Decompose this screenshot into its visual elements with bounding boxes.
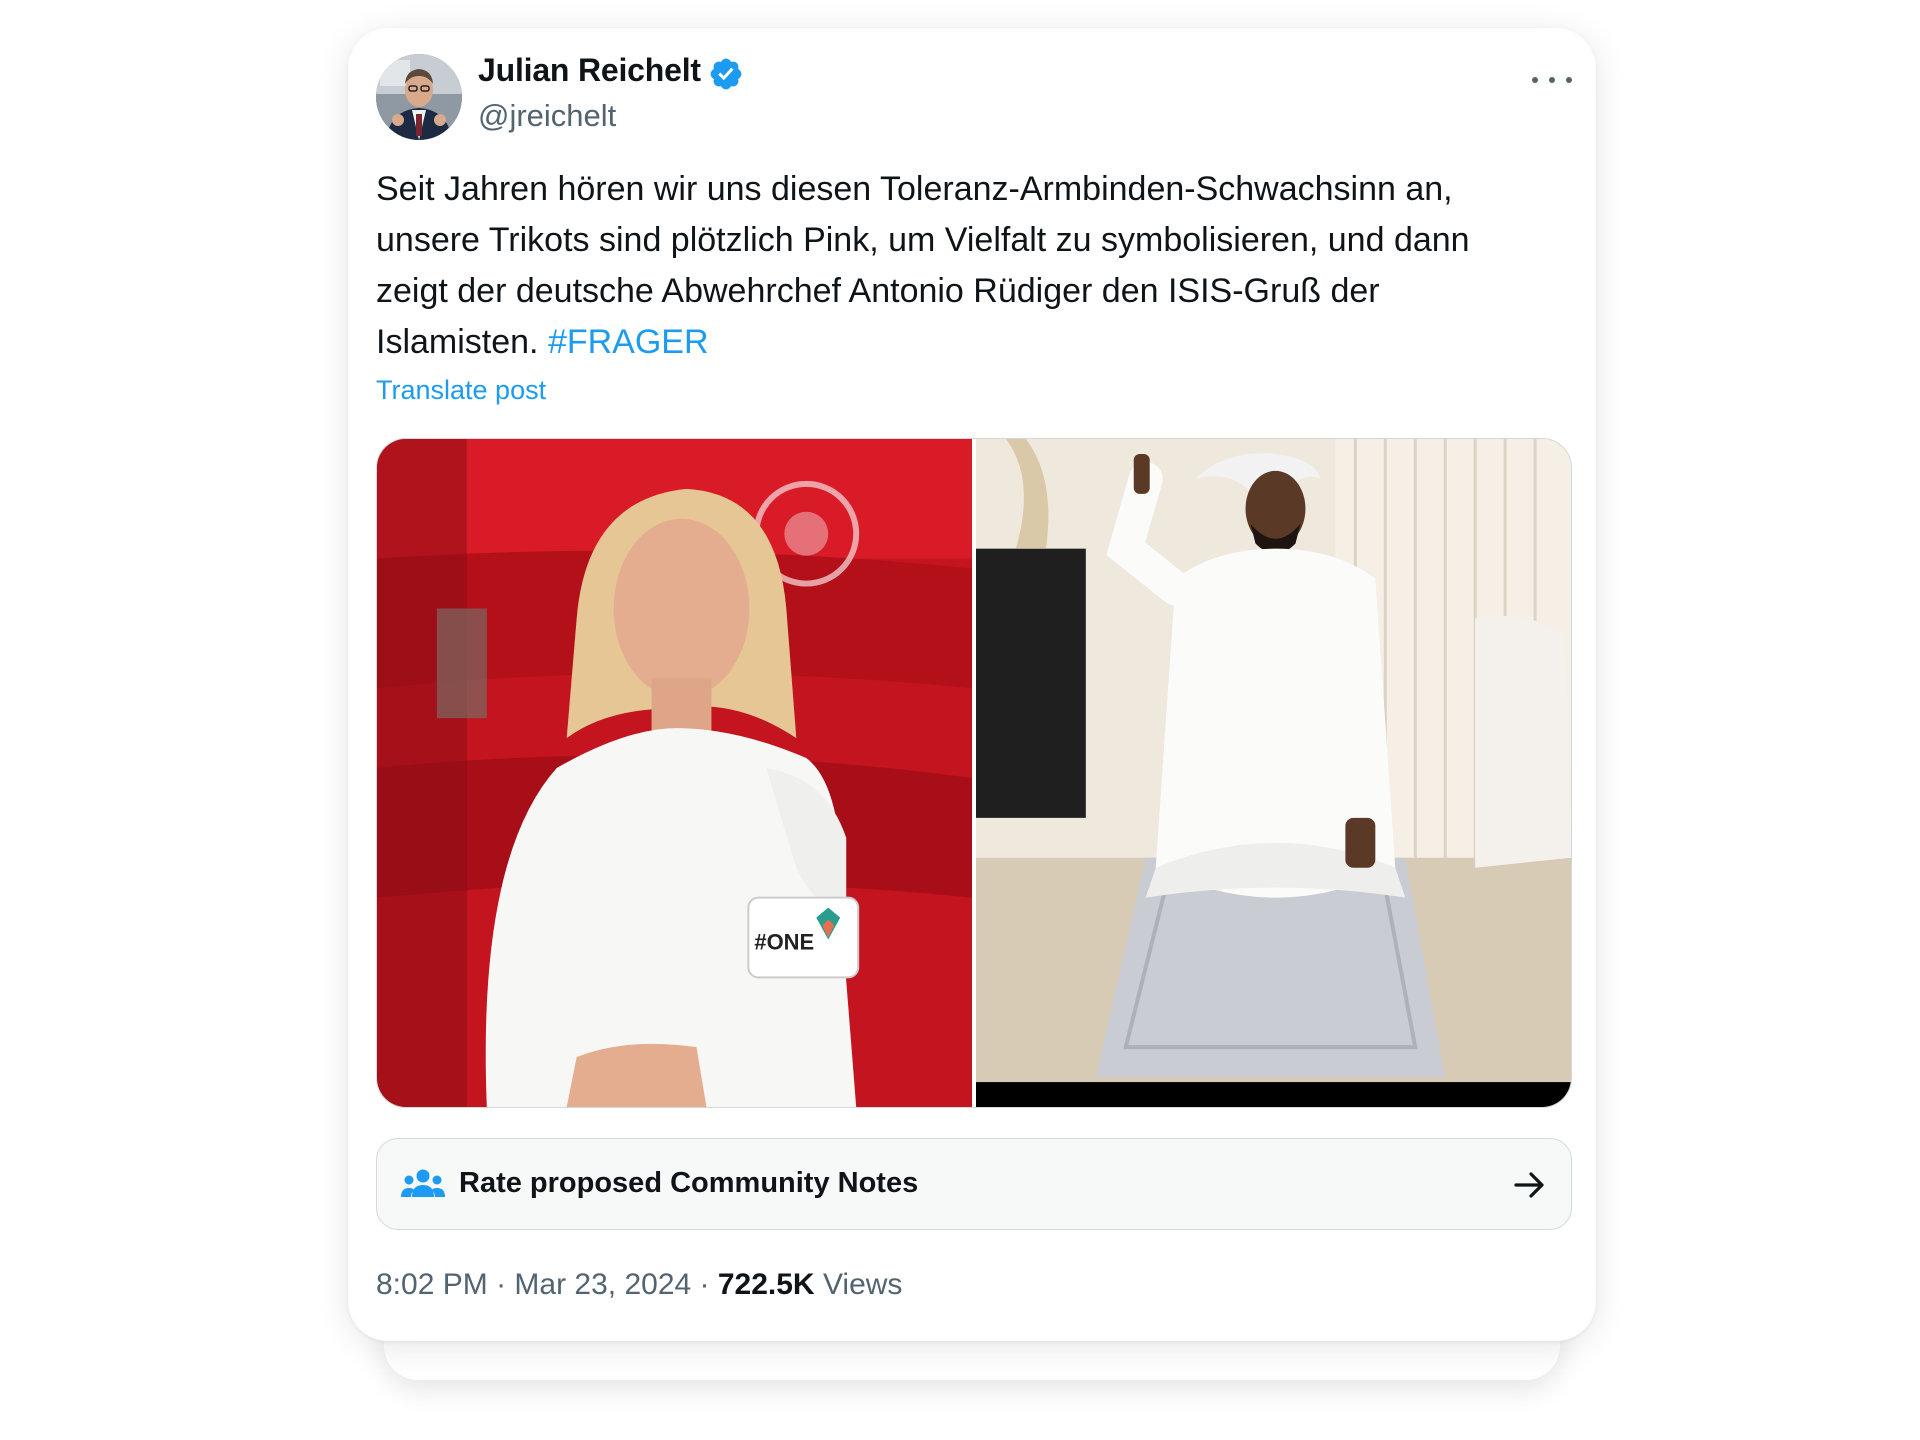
post-text: Seit Jahren hören wir uns diesen Toleran…	[376, 164, 1576, 368]
author-display-name[interactable]: Julian Reichelt	[478, 52, 701, 89]
rate-community-notes-button[interactable]: Rate proposed Community Notes	[376, 1138, 1572, 1230]
rate-community-notes-label: Rate proposed Community Notes	[459, 1167, 919, 1199]
post-card: Julian Reichelt @jreichelt Seit Jahren h…	[348, 28, 1596, 1341]
post-text-line: unsere Trikots sind plötzlich Pink, um V…	[376, 221, 1470, 259]
post-text-line: zeigt der deutsche Abwehrchef Antonio Rü…	[376, 272, 1380, 310]
more-horizontal-icon[interactable]	[1532, 70, 1572, 90]
post-text-line: Islamisten.	[376, 323, 548, 361]
post-text-line: Seit Jahren hören wir uns diesen Toleran…	[376, 170, 1453, 208]
verified-badge-icon	[710, 58, 742, 90]
media-photo-right[interactable]	[976, 439, 1571, 1107]
post-time[interactable]: 8:02 PM	[376, 1268, 488, 1301]
meta-separator: ·	[487, 1268, 515, 1301]
post-media: #ONE	[376, 438, 1572, 1108]
avatar[interactable]	[376, 54, 462, 140]
views-count: 722.5K	[717, 1268, 815, 1301]
post-text-line-last: Islamisten. #FRAGER	[376, 317, 1576, 368]
views-label: Views	[822, 1268, 903, 1301]
armband-text: #ONE	[754, 929, 814, 954]
more-dot	[1566, 77, 1572, 83]
post-meta: 8:02 PM · Mar 23, 2024 · 722.5K Views	[376, 1268, 902, 1302]
arrow-right-icon	[1514, 1172, 1544, 1198]
post-date[interactable]: Mar 23, 2024	[514, 1268, 691, 1301]
more-dot	[1549, 77, 1555, 83]
translate-post-link[interactable]: Translate post	[376, 375, 546, 406]
meta-separator: ·	[691, 1268, 718, 1301]
people-group-icon	[401, 1169, 445, 1197]
author-handle[interactable]: @jreichelt	[478, 98, 616, 134]
hashtag-link[interactable]: #FRAGER	[548, 323, 709, 361]
media-photo-left[interactable]: #ONE	[377, 439, 972, 1107]
more-dot	[1532, 77, 1538, 83]
